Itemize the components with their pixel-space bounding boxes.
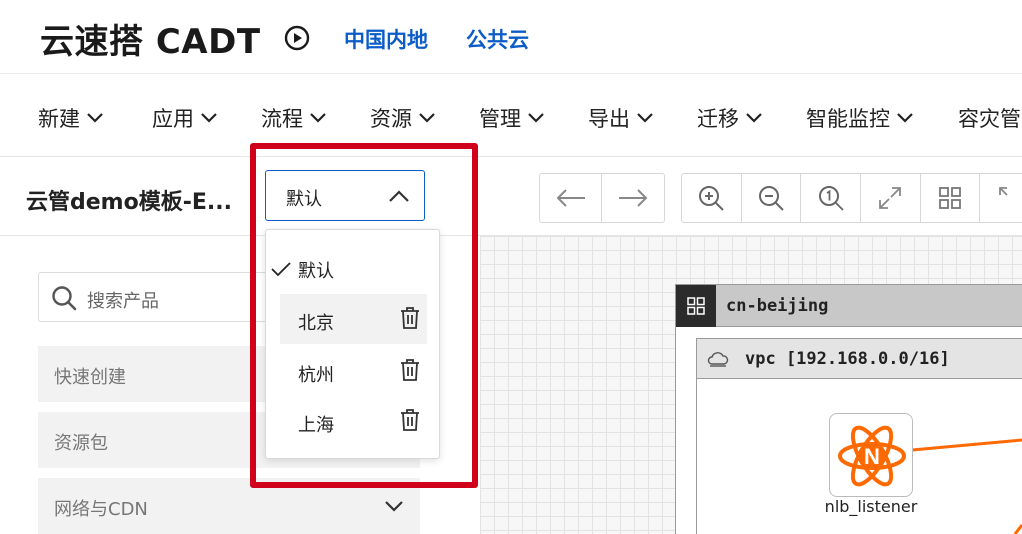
product-search-input[interactable]: 搜索产品 [38,272,278,322]
zoom-actual-size-icon [818,186,844,211]
vpc-label: vpc [192.168.0.0/16] [745,349,950,369]
dropdown-option-hangzhou[interactable]: 杭州 [280,346,427,396]
play-circle-icon[interactable] [284,25,310,51]
check-icon [271,262,291,277]
arrow-right-icon [619,189,648,207]
option-label: 上海 [298,415,334,436]
region-icon-box [676,285,716,327]
top-header: 云速搭 CADT 中国内地 公共云 [0,0,1022,74]
chevron-down-icon [746,113,762,123]
region-link-mainland[interactable]: 中国内地 [344,24,428,54]
template-title: 云管demo模板-E... [26,190,232,215]
chevron-down-icon [528,113,544,123]
redo-button[interactable] [602,174,664,222]
zoom-tools [681,173,1022,223]
region-dropdown-menu: 默认 北京 杭州 上海 [265,229,440,459]
chevron-down-icon [637,113,653,123]
region-select[interactable]: 默认 [265,170,425,221]
zoom-out-button[interactable] [742,174,802,222]
category-label: 快速创建 [54,367,126,388]
category-label: 资源包 [54,433,108,454]
node-label: nlb_listener [824,497,918,516]
chevron-down-icon [201,113,217,123]
grid-icon [939,187,961,209]
dropdown-option-shanghai[interactable]: 上海 [280,396,427,446]
menu-disaster-recovery[interactable]: 容灾管 [958,103,1021,133]
dropdown-option-beijing[interactable]: 北京 [280,294,427,344]
trash-icon[interactable] [399,306,421,330]
select-value: 默认 [286,189,322,210]
chevron-down-icon [897,113,913,123]
region-header: cn-beijing [676,285,1022,327]
zoom-in-button[interactable] [682,174,742,222]
svg-text:N: N [864,444,880,469]
chevron-down-icon [87,113,103,123]
chevron-down-icon [419,113,435,123]
menu-resources[interactable]: 资源 [370,103,436,133]
history-tools [539,173,665,223]
region-label: cn-beijing [726,296,829,316]
menu-migrate[interactable]: 迁移 [697,103,763,133]
chevron-down-icon [385,501,403,512]
menu-bar: 新建 应用 流程 资源 管理 导出 迁移 智能监控 容灾管 [0,75,1022,157]
undo-button[interactable] [540,174,602,222]
vpc-header: vpc [192.168.0.0/16] [697,339,1022,379]
chevron-up-icon [389,190,409,202]
option-label: 北京 [298,313,334,334]
zoom-reset-button[interactable] [801,174,862,222]
trash-icon[interactable] [399,408,421,432]
grid-icon [687,297,705,315]
fullscreen-icon [999,187,1008,196]
fullscreen-button[interactable] [980,174,1022,222]
grid-layout-button[interactable] [921,174,981,222]
category-network-cdn[interactable]: 网络与CDN [38,478,420,534]
fit-screen-button[interactable] [861,174,921,222]
menu-export[interactable]: 导出 [588,103,654,133]
menu-flow[interactable]: 流程 [261,103,327,133]
app-title: 云速搭 CADT [40,22,261,62]
region-link-public-cloud[interactable]: 公共云 [466,24,529,54]
menu-smart-monitor[interactable]: 智能监控 [806,103,914,133]
menu-manage[interactable]: 管理 [479,103,545,133]
menu-apps[interactable]: 应用 [152,103,218,133]
arrow-left-icon [556,189,585,207]
canvas-toolbar [480,158,1022,236]
search-icon [52,286,77,311]
nlb-atom-icon: N [838,425,906,487]
expand-icon [879,187,902,209]
menu-new[interactable]: 新建 [38,103,104,133]
option-label: 杭州 [298,365,334,386]
cloud-icon [707,352,729,367]
nlb-listener-node[interactable]: N [829,413,913,497]
trash-icon[interactable] [399,358,421,382]
zoom-out-icon [759,186,784,211]
search-placeholder: 搜索产品 [87,291,159,312]
zoom-in-icon [699,186,725,211]
dropdown-option-default[interactable]: 默认 [298,257,334,283]
chevron-down-icon [310,113,326,123]
category-label: 网络与CDN [54,499,148,520]
connection-lines [911,438,1022,534]
